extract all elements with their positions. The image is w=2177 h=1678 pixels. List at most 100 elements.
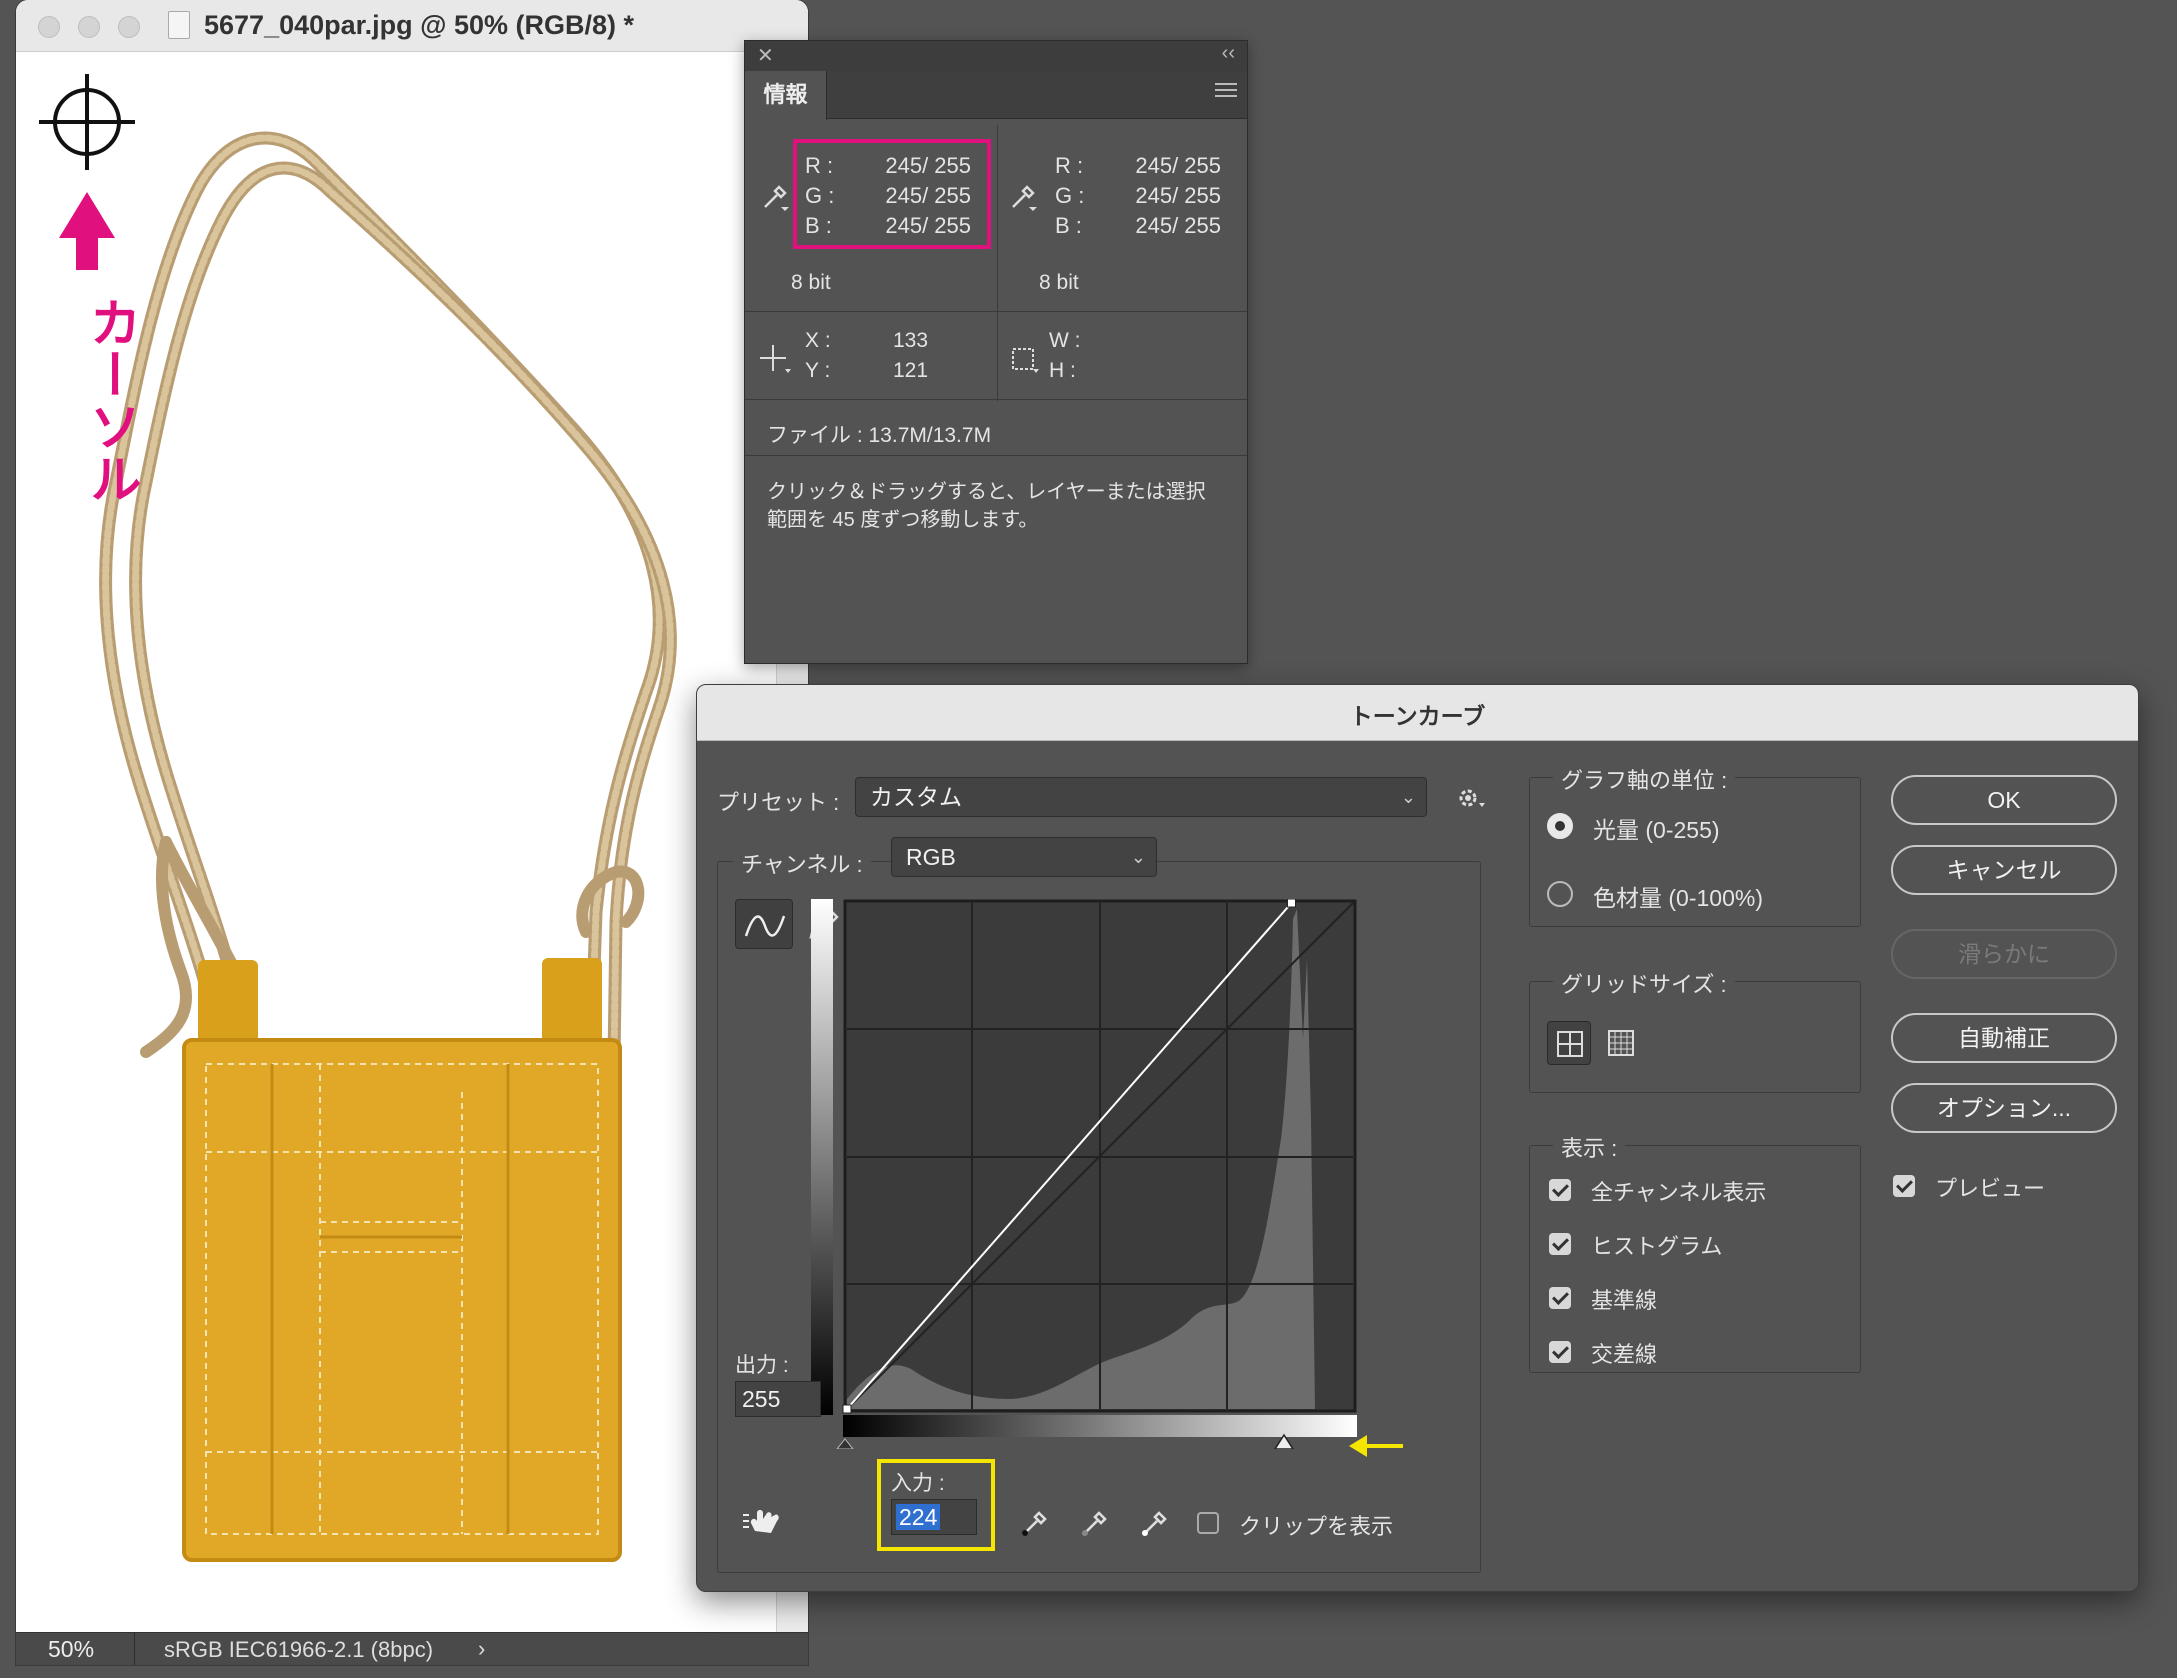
file-size-text: ファイル : 13.7M/13.7M xyxy=(767,424,992,447)
all-channels-checkbox[interactable] xyxy=(1549,1179,1571,1201)
cursor-annotation-label: カーソル xyxy=(80,296,140,504)
white-point-slider[interactable] xyxy=(1274,1433,1294,1449)
crosshair-icon xyxy=(760,345,791,373)
zoom-level-field[interactable]: 50% xyxy=(48,1636,94,1663)
b-value-2: 245/ 255 xyxy=(1135,213,1221,238)
r-value-2: 245/ 255 xyxy=(1135,153,1221,178)
y-value: 121 xyxy=(893,359,929,382)
eyedropper-icon[interactable] xyxy=(759,181,791,213)
collapse-icon[interactable]: ‹‹ xyxy=(1222,42,1235,65)
input-gradient-bar xyxy=(843,1415,1357,1437)
preview-checkbox[interactable] xyxy=(1893,1175,1915,1197)
pigment-label: 色材量 (0-100%) xyxy=(1593,885,1763,911)
curve-point-white[interactable] xyxy=(1286,899,1296,908)
channel-label: チャンネル : xyxy=(733,847,871,879)
curve-graph[interactable] xyxy=(811,899,1421,1449)
channel-dropdown[interactable]: RGB ⌄ xyxy=(891,837,1157,877)
grid-detailed-icon[interactable] xyxy=(1599,1021,1643,1065)
gray-eyedropper-icon[interactable] xyxy=(1077,1505,1113,1541)
chevron-down-icon: ⌄ xyxy=(1130,847,1146,867)
close-window-button[interactable] xyxy=(38,16,60,38)
show-clipping-label: クリップを表示 xyxy=(1239,1514,1394,1539)
show-clipping-checkbox[interactable] xyxy=(1197,1512,1219,1534)
yellow-arrow-annotation xyxy=(1349,1435,1403,1457)
file-icon xyxy=(168,11,190,39)
target-adjust-icon[interactable] xyxy=(741,1505,785,1541)
black-point-slider[interactable] xyxy=(836,1438,854,1449)
light-radio[interactable] xyxy=(1547,813,1573,839)
baseline-checkbox[interactable] xyxy=(1549,1287,1571,1309)
h-label: H : xyxy=(1049,359,1076,382)
eyedropper-icon-2[interactable] xyxy=(1007,181,1039,213)
pigment-radio[interactable] xyxy=(1547,881,1573,907)
grid-simple-button[interactable] xyxy=(1547,1021,1591,1065)
input-label: 入力 : xyxy=(891,1472,945,1495)
document-title: 5677_040par.jpg @ 50% (RGB/8) * xyxy=(204,10,635,40)
status-menu-arrow-icon[interactable]: › xyxy=(478,1636,485,1662)
dialog-titlebar: トーンカーブ xyxy=(697,685,2138,741)
preset-value: カスタム xyxy=(870,784,962,810)
r-label-2: R : xyxy=(1055,153,1084,178)
auto-button[interactable]: 自動補正 xyxy=(1891,1013,2117,1063)
x-label: X : xyxy=(805,329,831,352)
hint-text-line2: 範囲を 45 度ずつ移動します。 xyxy=(767,509,1039,531)
rgb-highlight-box xyxy=(793,139,991,249)
ok-button[interactable]: OK xyxy=(1891,775,2117,825)
crosshair-cursor-icon xyxy=(39,74,135,170)
curve-icon xyxy=(744,915,786,937)
grid-size-title: グリッドサイズ : xyxy=(1553,967,1735,999)
light-label: 光量 (0-255) xyxy=(1593,817,1720,843)
output-gradient-bar xyxy=(811,899,833,1415)
info-panel: ✕ ‹‹ 情報 R : 245/ 255 G : 245/ 255 B : 245/ … xyxy=(744,40,1248,664)
options-button[interactable]: オプション... xyxy=(1891,1083,2117,1133)
zoom-window-button[interactable] xyxy=(118,16,140,38)
document-titlebar: 5677_040par.jpg @ 50% (RGB/8) * xyxy=(16,0,808,52)
panel-topbar: ✕ ‹‹ xyxy=(745,41,1247,71)
tab-info[interactable]: 情報 xyxy=(745,71,827,120)
input-field[interactable]: 224 xyxy=(891,1499,977,1535)
intersection-label: 交差線 xyxy=(1591,1342,1658,1367)
display-title: 表示 : xyxy=(1553,1131,1626,1163)
up-arrow-annotation xyxy=(59,192,115,270)
histogram-checkbox[interactable] xyxy=(1549,1233,1571,1255)
smooth-button[interactable]: 滑らかに xyxy=(1891,929,2117,979)
status-divider xyxy=(134,1633,135,1665)
panel-tabbar: 情報 xyxy=(745,71,1247,120)
preset-gear-icon[interactable] xyxy=(1455,785,1489,813)
document-window: 5677_040par.jpg @ 50% (RGB/8) * カーソル 50%… xyxy=(16,0,808,1665)
curve-point-black[interactable] xyxy=(842,1404,852,1414)
document-statusbar: 50% sRGB IEC61966-2.1 (8bpc) › xyxy=(16,1632,808,1665)
panel-menu-icon[interactable] xyxy=(1215,83,1237,101)
grid-simple-icon xyxy=(1557,1031,1583,1057)
white-eyedropper-icon[interactable] xyxy=(1137,1505,1173,1541)
input-value: 224 xyxy=(896,1504,941,1530)
divider xyxy=(745,311,1247,312)
color-profile-text: sRGB IEC61966-2.1 (8bpc) xyxy=(164,1637,434,1662)
axis-unit-title: グラフ軸の単位 : xyxy=(1553,763,1736,795)
divider xyxy=(745,455,1247,456)
intersection-checkbox[interactable] xyxy=(1549,1341,1571,1363)
channel-value: RGB xyxy=(906,844,956,870)
preview-label: プレビュー xyxy=(1935,1176,2046,1201)
all-channels-label: 全チャンネル表示 xyxy=(1591,1180,1767,1205)
cancel-button[interactable]: キャンセル xyxy=(1891,845,2117,895)
output-field[interactable]: 255 xyxy=(735,1381,821,1417)
bit-depth-1: 8 bit xyxy=(791,271,831,294)
divider xyxy=(997,313,998,401)
selection-size-icon xyxy=(1012,348,1039,373)
minimize-window-button[interactable] xyxy=(78,16,100,38)
w-label: W : xyxy=(1049,329,1081,352)
curve-point-tool-button[interactable] xyxy=(735,899,793,949)
preset-dropdown[interactable]: カスタム ⌄ xyxy=(855,777,1427,817)
x-value: 133 xyxy=(893,329,929,352)
close-icon[interactable]: ✕ xyxy=(757,43,774,68)
black-eyedropper-icon[interactable] xyxy=(1017,1505,1053,1541)
output-label: 出力 : xyxy=(735,1354,789,1377)
chevron-down-icon: ⌄ xyxy=(1400,787,1416,807)
dialog-title: トーンカーブ xyxy=(1349,703,1486,729)
divider xyxy=(745,399,1247,400)
preset-label: プリセット : xyxy=(717,790,840,815)
image-canvas[interactable]: カーソル xyxy=(16,52,776,1632)
g-value-2: 245/ 255 xyxy=(1135,183,1221,208)
y-label: Y : xyxy=(805,359,831,382)
